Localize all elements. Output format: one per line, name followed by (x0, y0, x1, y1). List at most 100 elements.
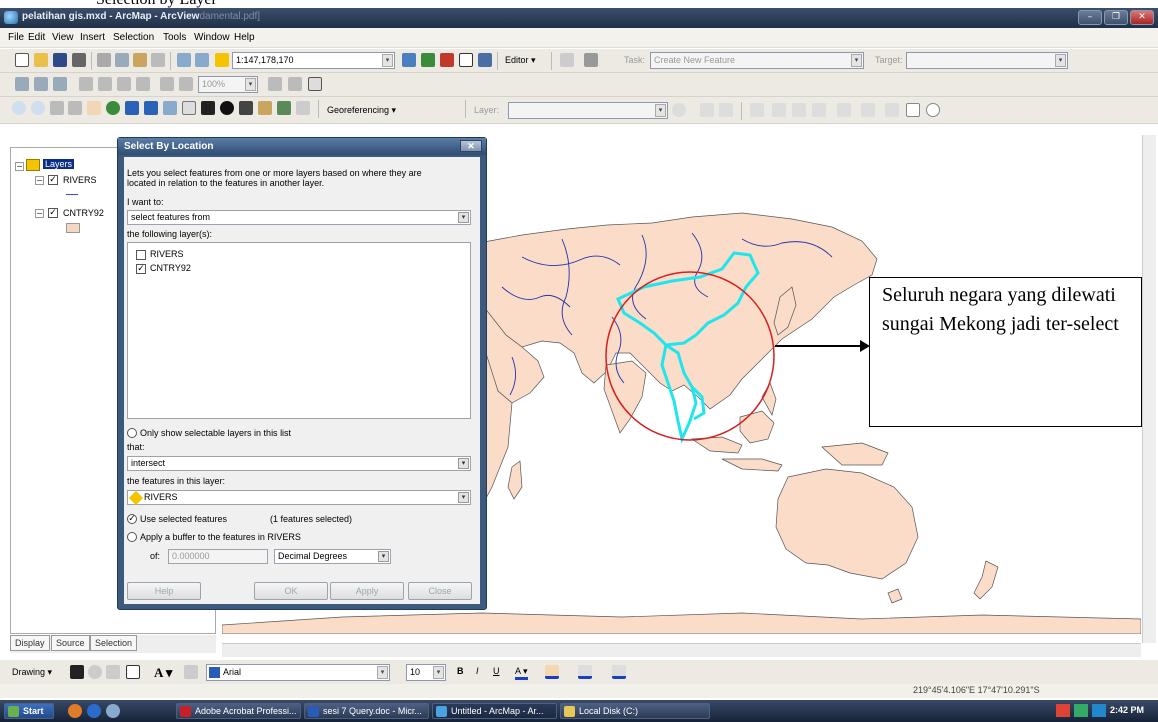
arctoolbox-icon[interactable] (421, 53, 435, 67)
cntry92-target-checkbox[interactable]: ✓ (136, 264, 146, 274)
snap-tool-icon[interactable] (772, 103, 786, 117)
map-vertical-scrollbar[interactable] (1142, 135, 1156, 643)
edit-tool-icon[interactable] (560, 53, 574, 67)
copy-icon[interactable] (115, 53, 129, 67)
task-combo[interactable]: Create New Feature ▾ (650, 52, 864, 69)
clock[interactable]: 2:42 PM (1110, 705, 1144, 715)
clear-selection-icon[interactable] (182, 101, 196, 115)
forward-extent-icon[interactable] (179, 77, 193, 91)
find-icon[interactable] (239, 101, 253, 115)
tab-display[interactable]: Display (10, 635, 50, 651)
rivers-visibility-checkbox[interactable]: ✓ (48, 175, 58, 185)
menu-view[interactable]: View (52, 32, 74, 43)
font-size-combo[interactable]: 10 ▾ (406, 664, 446, 681)
georeferencing-menu[interactable]: Georeferencing ▾ (327, 105, 396, 116)
underline-button[interactable]: U (493, 666, 500, 676)
fixed-zoom-out-map-icon[interactable] (68, 101, 82, 115)
add-data-icon[interactable] (215, 53, 229, 67)
volume-icon[interactable] (1092, 704, 1106, 717)
generalize-tool-icon[interactable] (885, 103, 899, 117)
cntry92-layer-label[interactable]: CNTRY92 (63, 208, 104, 218)
rotate-icon[interactable] (672, 103, 686, 117)
select-features-icon[interactable] (163, 101, 177, 115)
search-icon[interactable] (106, 704, 120, 718)
select-elements-draw-icon[interactable] (70, 665, 84, 679)
zoom-to-selected-icon[interactable] (106, 665, 120, 679)
whats-this-icon[interactable] (478, 53, 492, 67)
menu-insert[interactable]: Insert (80, 32, 105, 43)
new-icon[interactable] (15, 53, 29, 67)
trace-tool-icon[interactable] (812, 103, 826, 117)
view-link-table-icon[interactable] (719, 103, 733, 117)
fixed-zoom-in-icon[interactable] (98, 77, 112, 91)
menu-help[interactable]: Help (234, 32, 255, 43)
zoom-in-page-icon[interactable] (15, 77, 29, 91)
ie-icon[interactable] (87, 704, 101, 718)
italic-button[interactable]: I (476, 666, 479, 676)
cut-icon[interactable] (97, 53, 111, 67)
task-word[interactable]: sesi 7 Query.doc - Micr... (304, 703, 429, 719)
tray-icons[interactable] (1056, 704, 1070, 717)
collapse-cntry92-toggle[interactable]: − (35, 209, 44, 218)
layer-combo[interactable]: ▾ (508, 102, 668, 119)
open-icon[interactable] (34, 53, 48, 67)
font-color-button[interactable]: A ▾ (515, 666, 528, 680)
menu-tools[interactable]: Tools (163, 32, 186, 43)
add-control-points-icon[interactable] (700, 103, 714, 117)
dialog-close-button[interactable]: ✕ (460, 140, 482, 152)
map-scale-combo[interactable]: 1:147,178,170 ▾ (232, 52, 395, 69)
zoom-percent-combo[interactable]: 100% ▾ (198, 76, 258, 93)
rotate-draw-icon[interactable] (88, 665, 102, 679)
tab-selection[interactable]: Selection (90, 635, 138, 651)
circle-tool-icon[interactable] (926, 103, 940, 117)
ok-button[interactable]: OK (254, 582, 328, 600)
menu-file[interactable]: File (8, 32, 24, 43)
full-extent-icon[interactable] (106, 101, 120, 115)
select-elements-icon[interactable] (201, 101, 215, 115)
apply-buffer-checkbox[interactable] (127, 532, 137, 542)
rivers-layer-label[interactable]: RIVERS (63, 175, 97, 185)
start-button[interactable]: Start (4, 703, 54, 719)
go-to-xy-icon[interactable] (258, 101, 272, 115)
collapse-layers-toggle[interactable]: − (15, 162, 24, 171)
editor-menu[interactable]: Editor ▾ (505, 55, 536, 66)
sketch-tool-icon[interactable] (584, 53, 598, 67)
pan-page-icon[interactable] (53, 77, 67, 91)
marker-color-icon[interactable] (612, 665, 626, 679)
zoom-100-icon[interactable] (136, 77, 150, 91)
spatial-relationship-dropdown[interactable]: intersect ▾ (127, 456, 471, 471)
task-acrobat[interactable]: Adobe Acrobat Professi... (176, 703, 301, 719)
fill-color-icon[interactable] (545, 665, 559, 679)
pan-icon[interactable] (87, 101, 101, 115)
selection-method-dropdown[interactable]: select features from ▾ (127, 210, 471, 225)
delete-icon[interactable] (151, 53, 165, 67)
apply-button[interactable]: Apply (330, 582, 404, 600)
identify-icon[interactable] (220, 101, 234, 115)
edit-vertices-icon[interactable] (184, 665, 198, 679)
fixed-zoom-in-map-icon[interactable] (50, 101, 64, 115)
undo-icon[interactable] (177, 53, 191, 67)
command-line-icon[interactable] (459, 53, 473, 67)
editor-toolbar-icon[interactable] (402, 53, 416, 67)
previous-extent-icon[interactable] (125, 101, 139, 115)
menu-selection[interactable]: Selection (113, 32, 154, 43)
target-combo[interactable]: ▾ (906, 52, 1068, 69)
rivers-target-checkbox[interactable] (136, 250, 146, 260)
cntry92-visibility-checkbox[interactable]: ✓ (48, 208, 58, 218)
new-text-icon[interactable]: A ▾ (154, 665, 172, 681)
menu-window[interactable]: Window (194, 32, 230, 43)
zoom-out-page-icon[interactable] (34, 77, 48, 91)
focus-frame-icon[interactable] (288, 77, 302, 91)
split-tool-icon[interactable] (792, 103, 806, 117)
task-arcmap[interactable]: Untitled - ArcMap - Ar... (432, 703, 557, 719)
fixed-zoom-out-icon[interactable] (117, 77, 131, 91)
close-dialog-button[interactable]: Close (408, 582, 472, 600)
zoom-out-icon[interactable] (31, 101, 45, 115)
line-color-icon[interactable] (578, 665, 592, 679)
rectangle-draw-icon[interactable] (126, 665, 140, 679)
drawing-menu[interactable]: Drawing ▾ (12, 667, 52, 678)
measure-icon[interactable] (277, 101, 291, 115)
zoom-in-icon[interactable] (12, 101, 26, 115)
paste-icon[interactable] (133, 53, 147, 67)
vertex-tool-icon[interactable] (837, 103, 851, 117)
